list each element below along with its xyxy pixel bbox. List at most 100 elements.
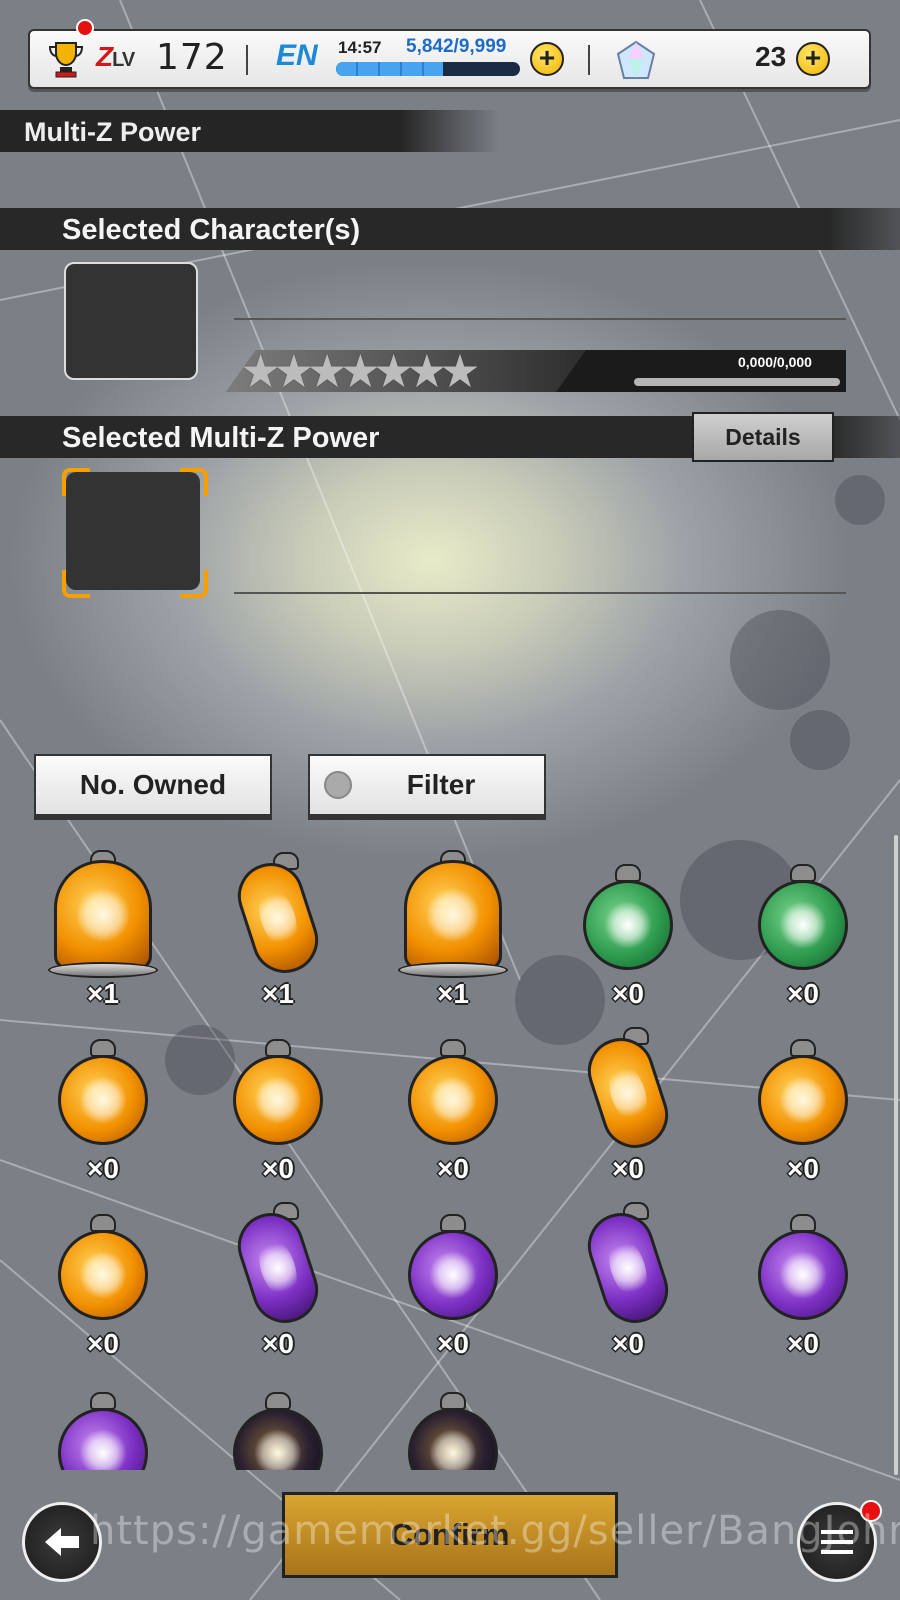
multi-z-item[interactable]: ×0 (553, 1200, 703, 1360)
orb-highlight (602, 1234, 654, 1302)
orb-highlight (427, 885, 479, 945)
orange-orb-icon (58, 1055, 148, 1145)
filter-button[interactable]: Filter (308, 754, 546, 816)
sort-button[interactable]: No. Owned (34, 754, 272, 816)
top-status-bar: ZLV 172 EN 14:57 5,842/9,999 + 23 + (28, 19, 871, 89)
item-count: ×0 (612, 1153, 644, 1184)
item-count: ×0 (612, 1328, 644, 1359)
multi-z-name-line (234, 592, 846, 594)
multi-z-item[interactable]: ×0 (378, 1200, 528, 1360)
multi-z-item[interactable]: ×0 (203, 1200, 353, 1360)
purple-orb-icon (408, 1230, 498, 1320)
orb-highlight (254, 1429, 302, 1470)
orb-highlight (779, 1076, 827, 1124)
energy-label: EN (276, 39, 318, 72)
dome-base (48, 962, 158, 978)
watermark: https://gamemarket.gg/seller/BangJohn (90, 1508, 900, 1554)
multi-z-item[interactable]: ×0 (28, 1200, 178, 1360)
filter-label: Filter (406, 769, 476, 800)
orb-highlight (429, 1429, 477, 1470)
star-rank-icons: ★★★★★★★ (240, 345, 481, 397)
orange-orb-icon (408, 1055, 498, 1145)
purple-capsule-icon (229, 1204, 327, 1332)
item-count: ×0 (262, 1328, 294, 1359)
multi-z-item[interactable]: ×0 (553, 850, 703, 1010)
orb-highlight (254, 1076, 302, 1124)
add-gems-button[interactable]: + (796, 42, 830, 76)
dome-base (398, 962, 508, 978)
multi-z-item[interactable]: ×0 (28, 1025, 178, 1185)
green-orb-icon (583, 880, 673, 970)
divider (246, 45, 248, 75)
orb-highlight (77, 885, 129, 945)
slot-corner (62, 570, 90, 598)
multi-z-item[interactable]: ×0 (553, 1025, 703, 1185)
purple-orb-icon (758, 1230, 848, 1320)
orb-highlight (602, 1059, 654, 1127)
selected-characters-title: Selected Character(s) (62, 214, 361, 246)
stamina-value: 5,842/9,999 (406, 36, 507, 57)
purple-orb-icon (58, 1408, 148, 1470)
item-count: ×0 (437, 1328, 469, 1359)
multi-z-item[interactable]: ×0 (728, 1025, 878, 1185)
character-name-line (234, 318, 846, 320)
arrow-left-icon (45, 1528, 79, 1556)
orange-orb-icon (233, 1055, 323, 1145)
rank-badge: ZLV (96, 41, 135, 72)
character-slot[interactable] (64, 262, 198, 380)
purple-capsule-icon (579, 1204, 677, 1332)
filter-radio-icon (324, 771, 352, 799)
notification-dot (76, 19, 94, 37)
multi-z-item[interactable] (28, 1378, 178, 1470)
item-count: ×0 (787, 978, 819, 1009)
exp-value: 0,000/0,000 (738, 354, 812, 370)
item-count: ×1 (437, 978, 469, 1009)
player-level: 172 (156, 37, 228, 78)
gem-count: 23 (755, 41, 787, 72)
exp-bar (634, 378, 840, 386)
orange-capsule-icon (579, 1029, 677, 1157)
item-count: ×0 (787, 1328, 819, 1359)
item-count: ×0 (87, 1328, 119, 1359)
trophy-icon[interactable] (48, 39, 84, 79)
item-count: ×0 (262, 1153, 294, 1184)
orb-highlight (779, 1251, 827, 1299)
item-count: ×0 (87, 1153, 119, 1184)
orange-dome-icon (404, 860, 502, 970)
dark-orb-icon (233, 1408, 323, 1470)
orb-highlight (79, 1076, 127, 1124)
multi-z-item[interactable]: ×0 (203, 1025, 353, 1185)
multi-z-item[interactable]: ×1 (378, 850, 528, 1010)
orb-highlight (79, 1251, 127, 1299)
multi-z-item[interactable]: ×1 (203, 850, 353, 1010)
multi-z-item[interactable] (378, 1378, 528, 1470)
multi-z-item[interactable]: ×1 (28, 850, 178, 1010)
dark-orb-icon (408, 1408, 498, 1470)
item-count: ×1 (87, 978, 119, 1009)
stamina-bar-fill (336, 62, 444, 76)
multi-z-item[interactable]: ×0 (728, 850, 878, 1010)
orb-highlight (779, 901, 827, 949)
add-stamina-button[interactable]: + (530, 42, 564, 76)
orange-dome-icon (54, 860, 152, 970)
multi-z-item[interactable] (203, 1378, 353, 1470)
details-button[interactable]: Details (692, 412, 834, 462)
orb-highlight (252, 884, 304, 952)
item-count: ×1 (262, 978, 294, 1009)
divider (588, 45, 590, 75)
sort-label: No. Owned (79, 769, 227, 800)
orange-orb-icon (58, 1230, 148, 1320)
orb-highlight (79, 1429, 127, 1470)
selected-multi-z-title: Selected Multi-Z Power (62, 422, 380, 454)
slot-corner (62, 468, 90, 496)
item-count: ×0 (612, 978, 644, 1009)
item-count: ×0 (437, 1153, 469, 1184)
orange-orb-icon (758, 1055, 848, 1145)
multi-z-item[interactable]: ×0 (378, 1025, 528, 1185)
orb-highlight (429, 1076, 477, 1124)
page-title: Multi-Z Power (24, 117, 201, 147)
grid-scrollbar[interactable] (894, 835, 898, 1475)
dragon-stone-icon (616, 40, 656, 79)
multi-z-item[interactable]: ×0 (728, 1200, 878, 1360)
energy-timer: 14:57 (338, 38, 382, 57)
